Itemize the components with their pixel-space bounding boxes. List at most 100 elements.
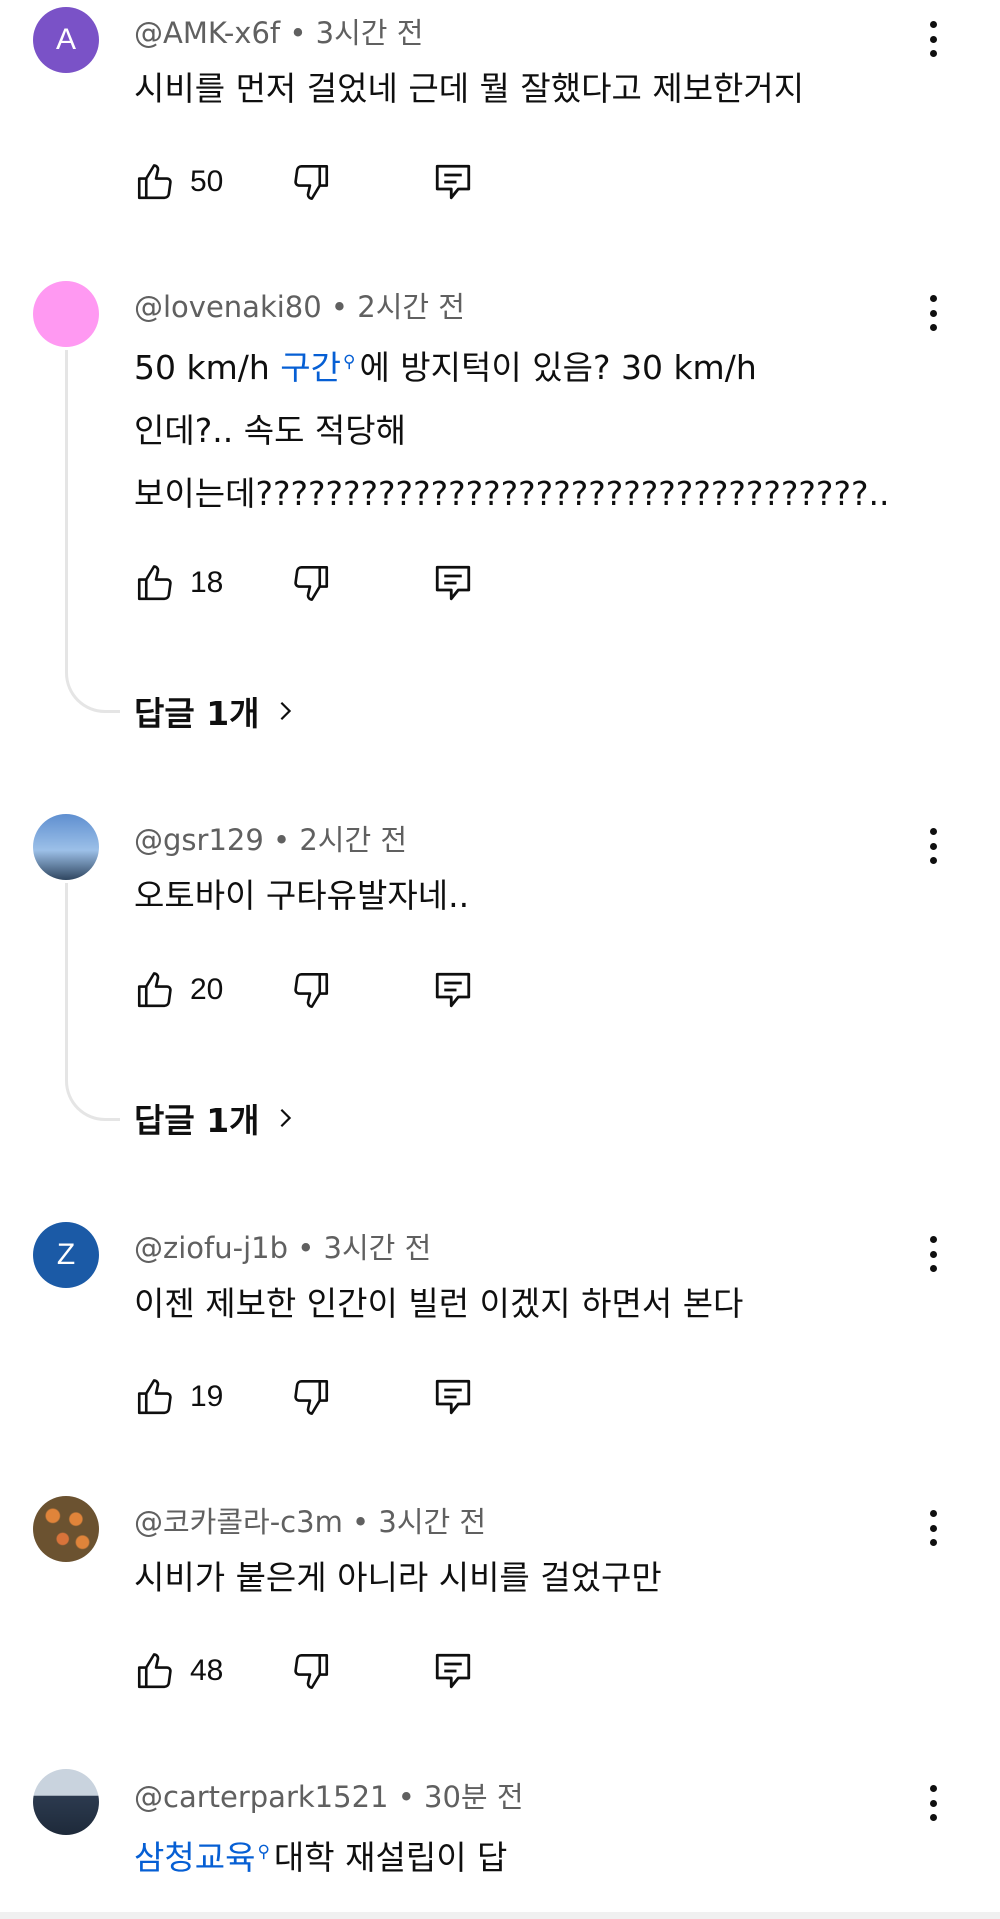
view-replies-button[interactable]: 답글 1개 xyxy=(134,687,296,735)
comment-meta: @ziofu-j1b • 3시간 전 xyxy=(134,1225,431,1267)
comment-text-line: 보이는데???????????????????????????????????.… xyxy=(134,474,890,513)
comment-text: 50 km/h 구간 ⚲ 에 방지턱이 있음? 30 km/h 인데?.. 속도 적… xyxy=(134,331,930,525)
reply-button[interactable] xyxy=(432,559,474,607)
comment-author[interactable]: @ziofu-j1b xyxy=(134,1231,288,1265)
comment-time: 3시간 전 xyxy=(323,1231,432,1265)
avatar-letter: A xyxy=(55,23,76,56)
comment-text: 삼청교육 ⚲ 대학 재설립이 답 xyxy=(134,1821,930,1889)
like-button[interactable]: 18 xyxy=(134,559,223,607)
like-count: 48 xyxy=(190,1654,224,1687)
like-count: 18 xyxy=(190,566,224,599)
thumbs-up-icon xyxy=(134,1376,176,1418)
chevron-right-icon xyxy=(274,700,296,722)
comment-actions: 50 xyxy=(134,158,494,206)
comment-actions: 20 xyxy=(134,966,494,1014)
comment-meta: @lovenaki80 • 2시간 전 xyxy=(134,284,465,326)
text-segment: 50 km/h xyxy=(134,348,281,387)
reply-comment-icon xyxy=(432,1650,474,1692)
search-magnifier-icon: ⚲ xyxy=(343,352,356,372)
replies-label: 답글 1개 xyxy=(134,694,260,733)
reply-button[interactable] xyxy=(432,966,474,1014)
comment-actions: 19 xyxy=(134,1373,494,1421)
like-button[interactable]: 50 xyxy=(134,158,223,206)
comment-text-line: 인데?.. 속도 적당해 xyxy=(134,411,406,450)
comment-time: 2시간 전 xyxy=(357,290,465,324)
more-vertical-icon[interactable] xyxy=(918,1232,948,1276)
reply-comment-icon xyxy=(432,161,474,203)
comment-author[interactable]: @코카콜라-c3m xyxy=(134,1505,343,1539)
dislike-button[interactable] xyxy=(290,1373,332,1421)
more-vertical-icon[interactable] xyxy=(918,824,948,868)
more-vertical-icon[interactable] xyxy=(918,1506,948,1550)
dislike-button[interactable] xyxy=(290,1647,332,1695)
meta-separator: • xyxy=(280,16,316,50)
meta-separator: • xyxy=(342,1505,379,1539)
reply-comment-icon xyxy=(432,969,474,1011)
dislike-button[interactable] xyxy=(290,559,332,607)
replies-label: 답글 1개 xyxy=(134,1101,260,1140)
comment-meta: @코카콜라-c3m • 3시간 전 xyxy=(134,1499,486,1541)
comment-author[interactable]: @lovenaki80 xyxy=(134,290,322,324)
comment-time: 3시간 전 xyxy=(315,16,424,50)
comment-author[interactable]: @gsr129 xyxy=(134,823,264,857)
meta-separator: • xyxy=(263,823,300,857)
reply-button[interactable] xyxy=(432,1647,474,1695)
like-button[interactable]: 48 xyxy=(134,1647,223,1695)
search-link[interactable]: 삼청교육 xyxy=(134,1838,255,1877)
comment-meta: @gsr129 • 2시간 전 xyxy=(134,817,407,859)
avatar[interactable] xyxy=(33,281,99,347)
comment-time: 3시간 전 xyxy=(378,1505,487,1539)
avatar[interactable] xyxy=(33,1496,99,1562)
more-vertical-icon[interactable] xyxy=(918,291,948,335)
comment-author[interactable]: @carterpark1521 xyxy=(134,1780,388,1814)
avatar[interactable]: Z xyxy=(33,1222,99,1288)
like-count: 20 xyxy=(190,973,224,1006)
view-replies-button[interactable]: 답글 1개 xyxy=(134,1094,296,1142)
thumbs-down-icon xyxy=(290,969,332,1011)
search-magnifier-icon: ⚲ xyxy=(257,1842,270,1862)
comment-author[interactable]: @AMK-x6f xyxy=(134,16,280,50)
meta-separator: • xyxy=(288,1231,324,1265)
comment-text: 시비를 먼저 걸었네 근데 뭘 잘했다고 제보한거지 xyxy=(134,69,805,108)
thumbs-up-icon xyxy=(134,161,176,203)
comment-time: 30분 전 xyxy=(424,1780,524,1814)
avatar[interactable] xyxy=(33,1769,99,1835)
avatar[interactable] xyxy=(33,814,99,880)
reply-comment-icon xyxy=(432,1376,474,1418)
more-vertical-icon[interactable] xyxy=(918,1781,948,1825)
text-segment: 에 방지턱이 있음? 30 km/h xyxy=(359,348,757,387)
avatar[interactable]: A xyxy=(33,7,99,73)
comment-text: 이젠 제보한 인간이 빌런 이겠지 하면서 본다 xyxy=(134,1284,744,1323)
like-button[interactable]: 19 xyxy=(134,1373,223,1421)
comment-text: 오토바이 구타유발자네.. xyxy=(134,876,470,915)
thumbs-down-icon xyxy=(290,562,332,604)
comment-text-line: 50 km/h 구간 ⚲ 에 방지턱이 있음? 30 km/h xyxy=(134,331,930,399)
text-segment: 대학 재설립이 답 xyxy=(273,1838,508,1877)
meta-separator: • xyxy=(321,290,358,324)
reply-comment-icon xyxy=(432,562,474,604)
search-link[interactable]: 구간 xyxy=(280,348,341,387)
comment-time: 2시간 전 xyxy=(299,823,408,857)
more-vertical-icon[interactable] xyxy=(918,17,948,61)
bottom-divider xyxy=(0,1912,1000,1919)
like-button[interactable]: 20 xyxy=(134,966,223,1014)
thumbs-down-icon xyxy=(290,1376,332,1418)
dislike-button[interactable] xyxy=(290,966,332,1014)
thread-line xyxy=(65,350,120,713)
comment-meta: @carterpark1521 • 30분 전 xyxy=(134,1774,524,1816)
thread-line xyxy=(65,883,120,1121)
reply-button[interactable] xyxy=(432,1373,474,1421)
comment-actions: 48 xyxy=(134,1647,494,1695)
comment-meta: @AMK-x6f • 3시간 전 xyxy=(134,10,423,52)
like-count: 50 xyxy=(190,165,224,198)
thumbs-down-icon xyxy=(290,1650,332,1692)
thumbs-up-icon xyxy=(134,562,176,604)
thumbs-up-icon xyxy=(134,1650,176,1692)
reply-button[interactable] xyxy=(432,158,474,206)
like-count: 19 xyxy=(190,1380,224,1413)
dislike-button[interactable] xyxy=(290,158,332,206)
avatar-letter: Z xyxy=(56,1238,76,1271)
comment-actions: 18 xyxy=(134,559,494,607)
thumbs-up-icon xyxy=(134,969,176,1011)
meta-separator: • xyxy=(388,1780,425,1814)
